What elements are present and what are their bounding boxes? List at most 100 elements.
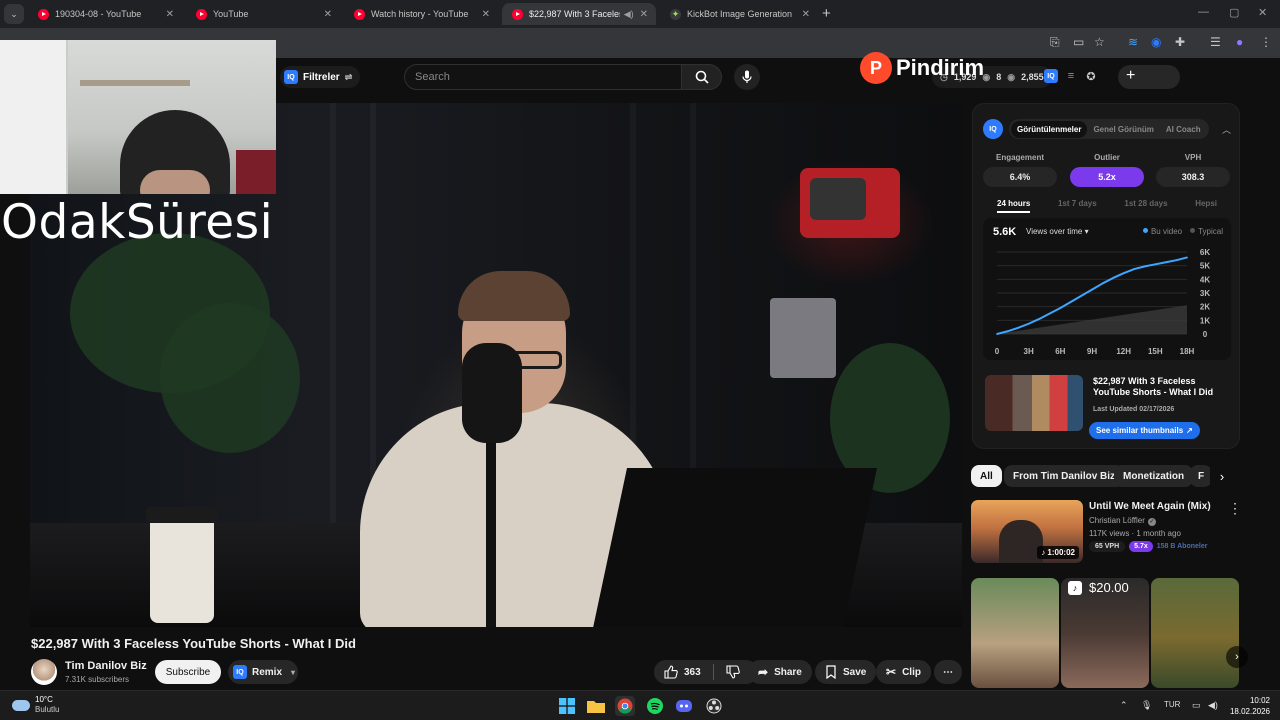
thumbs-down-icon[interactable]: [726, 665, 740, 679]
channel-avatar[interactable]: [31, 659, 57, 685]
extension-wave-icon[interactable]: ≋: [1128, 35, 1138, 49]
chrome-icon[interactable]: [615, 696, 635, 716]
chevron-up-icon[interactable]: ︿: [1222, 123, 1231, 136]
range-all[interactable]: Hepsi: [1195, 199, 1217, 213]
close-tab-icon[interactable]: ✕: [482, 9, 490, 20]
spotify-icon[interactable]: [645, 696, 665, 716]
curtain-fold: [690, 103, 696, 523]
share-button[interactable]: ➦ Share: [748, 660, 812, 684]
chrome-logo: [617, 698, 633, 714]
cast-icon[interactable]: ▭: [1073, 35, 1084, 49]
chip-all[interactable]: All: [971, 465, 1002, 487]
more-vertical-icon[interactable]: ⋮: [1228, 500, 1242, 517]
coffee-cup-lid: [146, 507, 218, 523]
close-tab-icon[interactable]: ✕: [166, 9, 174, 20]
audio-playing-icon[interactable]: ◀): [624, 9, 634, 20]
browser-tab[interactable]: 190304-08 - YouTube ✕: [28, 3, 182, 25]
browser-tab[interactable]: YouTube ✕: [186, 3, 340, 25]
microphone-icon: [742, 70, 752, 83]
minimize-icon[interactable]: —: [1198, 6, 1209, 18]
channel-name[interactable]: Tim Danilov Biz: [65, 660, 147, 672]
close-tab-icon[interactable]: ✕: [640, 9, 648, 20]
iq-extension-button[interactable]: IQ: [1042, 67, 1060, 85]
tab-search-icon[interactable]: ⌄: [4, 4, 24, 24]
bookmark-icon: [826, 665, 836, 679]
translate-icon[interactable]: ⎘: [1050, 35, 1060, 50]
search-button[interactable]: [682, 64, 722, 90]
chip-monetization[interactable]: Monetization: [1114, 465, 1194, 487]
this-video-point: [1006, 330, 1009, 333]
voice-search-button[interactable]: [734, 64, 760, 90]
search-input[interactable]: Search: [404, 64, 682, 90]
this-video-point: [1069, 300, 1072, 303]
close-tab-icon[interactable]: ✕: [324, 9, 332, 20]
svg-text:P: P: [870, 58, 882, 78]
eye-icon: ◉: [1007, 71, 1016, 82]
create-button[interactable]: +: [1118, 65, 1180, 89]
this-video-point: [1101, 282, 1104, 285]
chevron-up-icon[interactable]: ⌃: [1120, 700, 1128, 711]
volume-icon[interactable]: ◀): [1208, 700, 1218, 711]
microphone-tray-icon[interactable]: 🎙︎: [1141, 700, 1152, 711]
chip-from-channel[interactable]: From Tim Danilov Biz: [1004, 465, 1125, 487]
extensions-puzzle-icon[interactable]: ✚: [1175, 35, 1185, 49]
metric-label-engagement: Engagement: [995, 153, 1044, 162]
like-count[interactable]: 363: [684, 667, 701, 678]
filters-button[interactable]: IQ Filtreler ⇌: [280, 66, 361, 88]
recommendation-thumbnail[interactable]: ♪ 1:00:02: [971, 500, 1083, 563]
tab-overview[interactable]: Genel Görünüm: [1087, 121, 1159, 138]
browser-menu-icon[interactable]: ⋮: [1260, 35, 1272, 49]
sliders-icon: ⇌: [344, 71, 353, 82]
subscribe-button[interactable]: Subscribe: [155, 660, 221, 684]
bookmark-star-icon[interactable]: ☆: [1094, 35, 1105, 49]
windows-start-icon[interactable]: [557, 696, 577, 716]
close-tab-icon[interactable]: ✕: [802, 9, 810, 20]
profile-avatar-icon[interactable]: ●: [1236, 35, 1243, 49]
network-icon[interactable]: ▭: [1192, 700, 1201, 711]
chart-mode-dropdown[interactable]: Views over time ▾: [1026, 227, 1089, 236]
presenter-hair: [458, 271, 570, 321]
thumbs-up-icon[interactable]: [664, 665, 678, 679]
more-horizontal-icon: ⋯: [943, 666, 953, 678]
tiktok-icon: ♪: [1068, 581, 1082, 595]
recommendation-title[interactable]: Until We Meet Again (Mix): [1089, 501, 1211, 512]
remix-button[interactable]: IQ Remix ▾: [228, 660, 298, 684]
range-24h[interactable]: 24 hours: [997, 199, 1031, 213]
obs-icon[interactable]: [704, 696, 724, 716]
list-icon[interactable]: ≡: [1062, 67, 1080, 85]
restore-icon[interactable]: ▢: [1229, 6, 1239, 19]
weather-widget[interactable]: 10°C Bulutlu: [12, 695, 59, 715]
browser-tab[interactable]: ✦ KickBot Image Generation ✕: [660, 3, 818, 25]
iq-extension-icon: IQ: [284, 70, 298, 84]
chevron-right-icon[interactable]: ›: [1226, 646, 1248, 668]
language-indicator[interactable]: TUR: [1164, 700, 1180, 709]
range-28d[interactable]: 1st 28 days: [1124, 199, 1167, 213]
discord-icon[interactable]: [674, 696, 694, 716]
y-tick-label: 5K: [1200, 262, 1210, 271]
chip-truncated[interactable]: F: [1190, 465, 1212, 487]
browser-tab[interactable]: Watch history - YouTube ✕: [344, 3, 498, 25]
short-thumbnail[interactable]: [971, 578, 1059, 688]
short-thumbnail[interactable]: [1151, 578, 1239, 688]
see-similar-thumbnails-button[interactable]: See similar thumbnails ↗: [1089, 422, 1200, 439]
range-7d[interactable]: 1st 7 days: [1058, 199, 1097, 213]
file-explorer-icon[interactable]: [586, 696, 606, 716]
extension-iq-icon[interactable]: ◉: [1151, 35, 1161, 49]
award-icon[interactable]: ✪: [1082, 67, 1100, 85]
tab-ai-coach[interactable]: AI Coach: [1160, 121, 1207, 138]
close-window-icon[interactable]: ✕: [1258, 6, 1267, 19]
chevron-right-icon[interactable]: ›: [1210, 465, 1234, 487]
reference-thumbnails[interactable]: [985, 375, 1083, 431]
panel-header: IQ Görüntülenmeler Genel Görünüm AI Coac…: [983, 118, 1231, 140]
recommendation-channel[interactable]: Christian Löffler ✓: [1089, 516, 1156, 526]
short-thumbnail[interactable]: ♪ $20.00: [1061, 578, 1149, 688]
new-tab-icon[interactable]: +: [822, 5, 831, 22]
more-actions-button[interactable]: ⋯: [934, 660, 962, 684]
this-video-point: [1122, 272, 1125, 275]
tab-views[interactable]: Görüntülenmeler: [1011, 120, 1088, 138]
clip-button[interactable]: ✂ Clip: [876, 660, 931, 684]
system-clock[interactable]: 10:02 18.02.2026: [1226, 695, 1270, 717]
save-button[interactable]: Save: [815, 660, 877, 684]
reading-list-icon[interactable]: ☰: [1210, 35, 1221, 49]
browser-tab-active[interactable]: $22,987 With 3 Faceless Yo ◀) ✕: [502, 3, 656, 25]
